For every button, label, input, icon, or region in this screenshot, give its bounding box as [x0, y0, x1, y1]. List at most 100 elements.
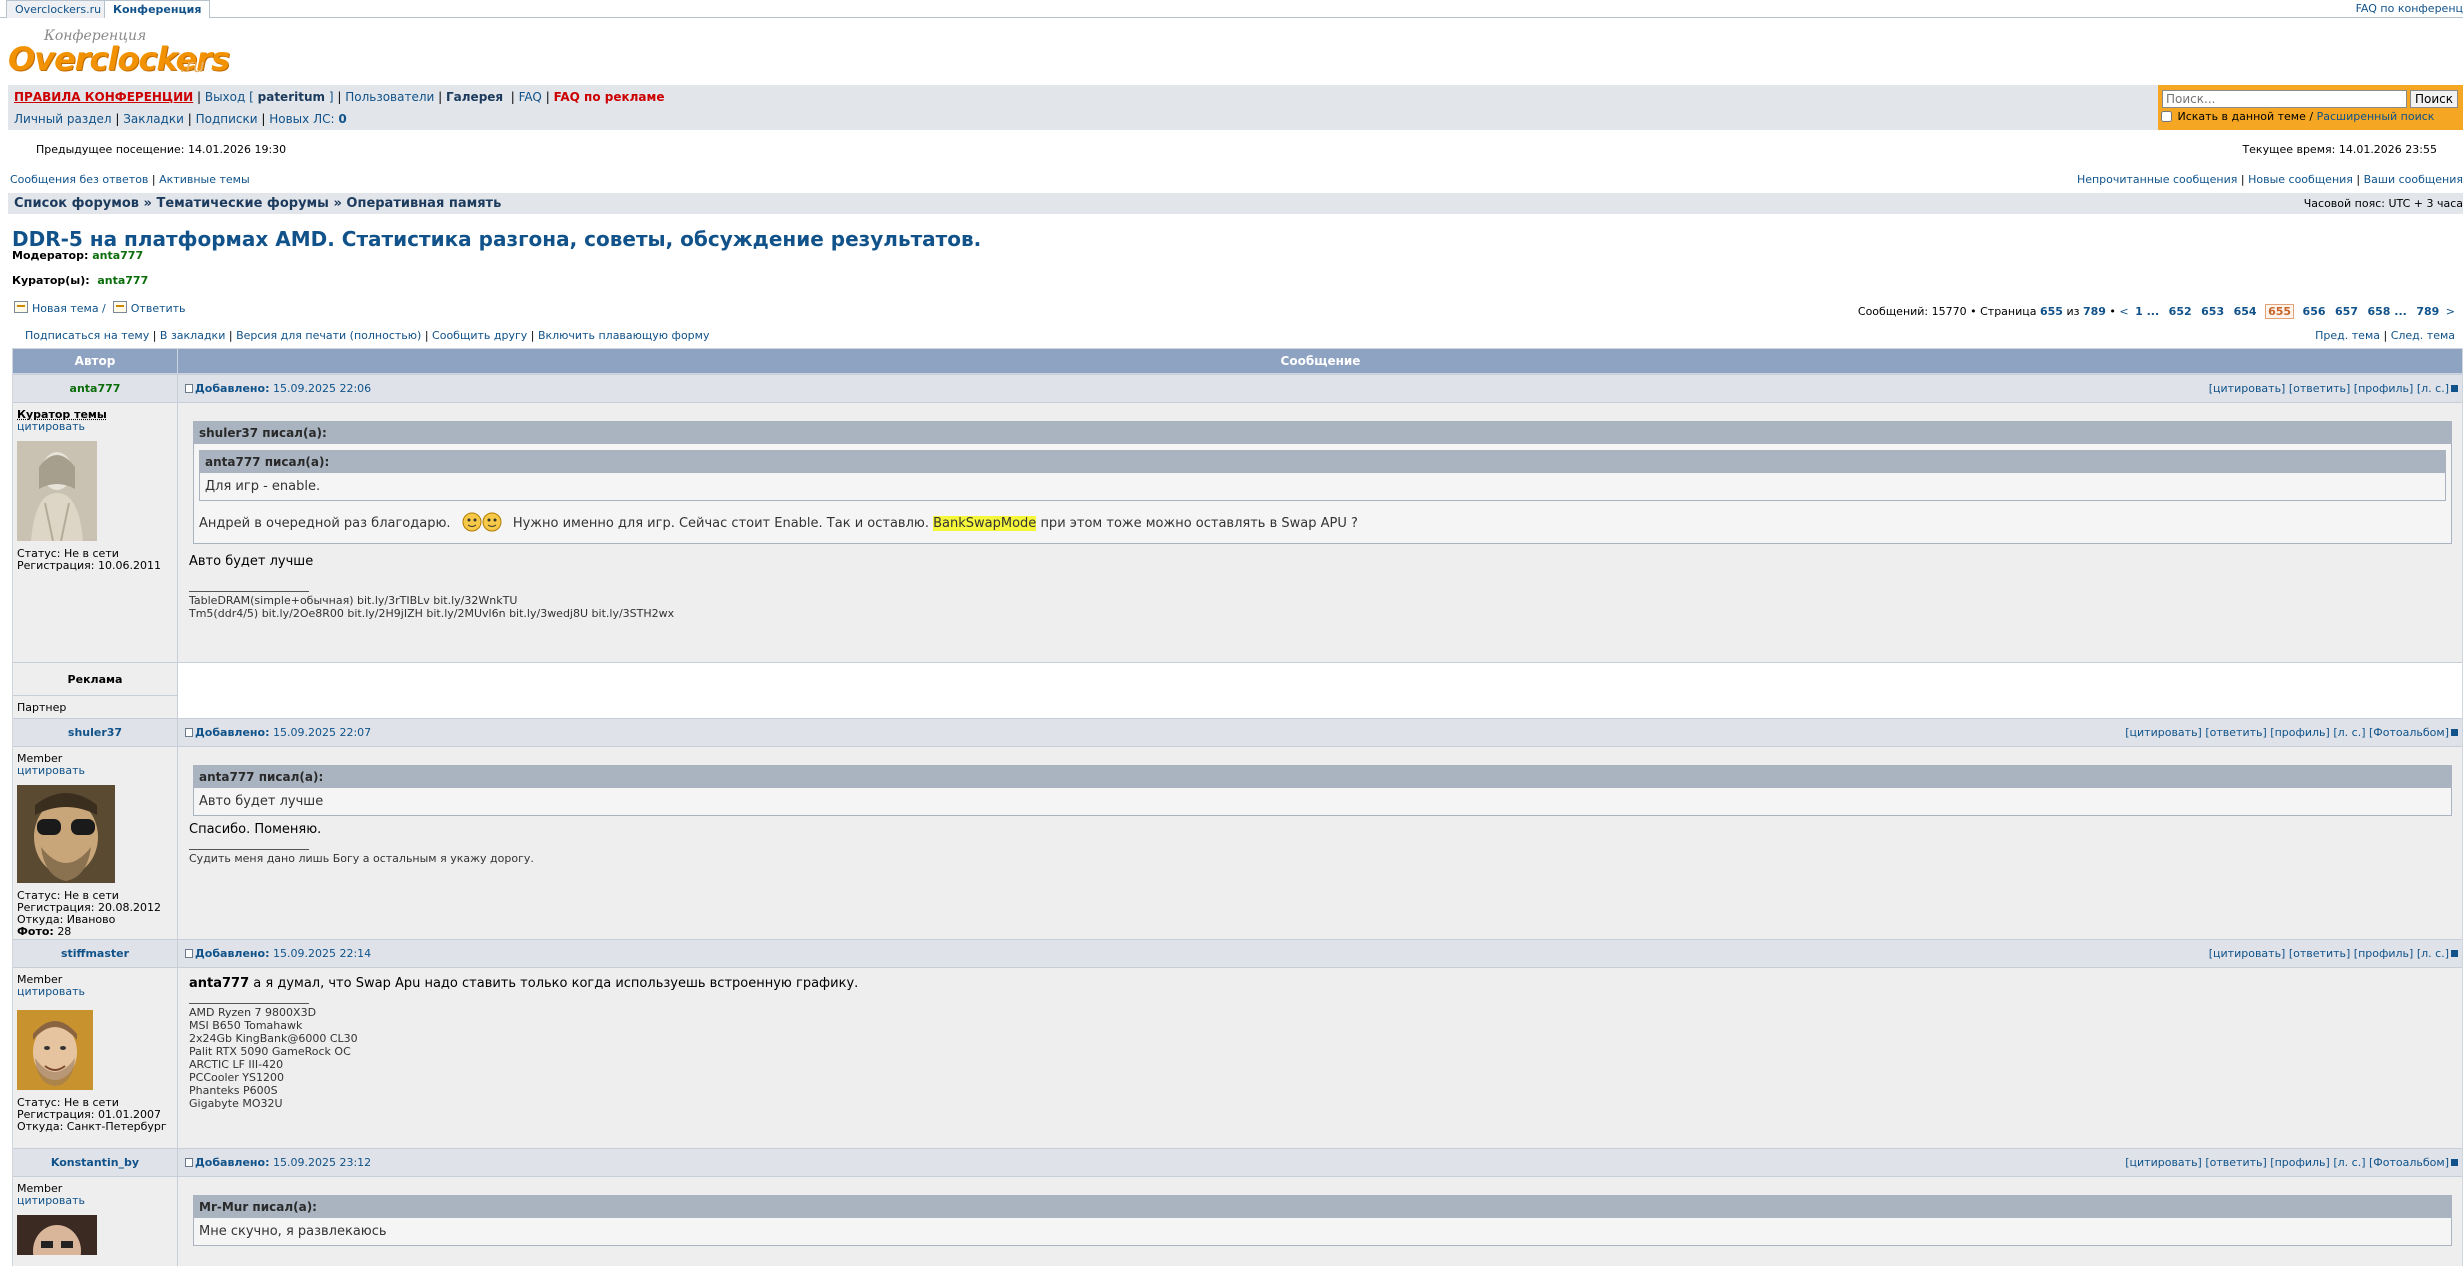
- signature-line: Phanteks P600S: [189, 1084, 278, 1097]
- pm-button[interactable]: [л. с.]: [2417, 947, 2449, 960]
- square-icon: [2451, 385, 2458, 392]
- user-nav-panel: ПРАВИЛА КОНФЕРЕНЦИИ | Выход [ pateritum …: [8, 85, 2158, 130]
- pm-button[interactable]: [л. с.]: [2333, 726, 2365, 739]
- signature-line: Tm5(ddr4/5) bit.ly/2Oe8R00 bit.ly/2H9jIZ…: [189, 607, 675, 620]
- profile-button[interactable]: [профиль]: [2354, 382, 2414, 395]
- answer-button[interactable]: [ответить]: [2289, 947, 2350, 960]
- topic-prev-next: Пред. тема | След. тема: [2315, 329, 2455, 342]
- breadcrumb-forums[interactable]: Список форумов: [14, 196, 139, 211]
- logout-suffix: ]: [328, 90, 334, 104]
- profile-button[interactable]: [профиль]: [2270, 726, 2330, 739]
- site-logo[interactable]: Конференция Overclockers .ru: [8, 28, 230, 78]
- quote-block: shuler37 писал(а): anta777 писал(а): Для…: [193, 421, 2452, 544]
- rules-link[interactable]: ПРАВИЛА КОНФЕРЕНЦИИ: [14, 90, 193, 104]
- curator-line: Куратор(ы): anta777: [12, 274, 148, 287]
- pm-button[interactable]: [л. с.]: [2333, 1156, 2365, 1169]
- active-topics-link[interactable]: Активные темы: [159, 173, 250, 186]
- page-link-653[interactable]: 653: [2201, 305, 2224, 318]
- logout-link[interactable]: Выход [ pateritum ]: [205, 90, 334, 104]
- users-link[interactable]: Пользователи: [345, 90, 434, 104]
- answer-button[interactable]: [ответить]: [2205, 726, 2266, 739]
- quote-button[interactable]: [цитировать]: [2209, 947, 2286, 960]
- subscribe-link[interactable]: Подписаться на тему: [25, 329, 149, 342]
- mention[interactable]: anta777: [189, 976, 249, 991]
- page-link-first[interactable]: 1 ...: [2135, 305, 2159, 318]
- gallery-link[interactable]: Галерея: [446, 90, 503, 104]
- cite-link[interactable]: цитировать: [17, 764, 85, 777]
- faq-conference-link[interactable]: FAQ по конференц: [2356, 2, 2463, 15]
- advanced-search-link[interactable]: Расширенный поиск: [2317, 110, 2435, 123]
- profile-button[interactable]: [профиль]: [2354, 947, 2414, 960]
- new-messages-link[interactable]: Новые сообщения: [2248, 173, 2353, 186]
- post-date-value[interactable]: 15.09.2025 23:12: [273, 1156, 371, 1169]
- quote-button[interactable]: [цитировать]: [2209, 382, 2286, 395]
- post-author[interactable]: stiffmaster: [13, 940, 178, 967]
- post-date-value[interactable]: 15.09.2025 22:07: [273, 726, 371, 739]
- avatar[interactable]: [17, 441, 177, 544]
- post-date: Добавлено: 15.09.2025 22:06: [185, 382, 371, 395]
- curator-link[interactable]: anta777: [97, 274, 148, 287]
- no-answers-link[interactable]: Сообщения без ответов: [10, 173, 148, 186]
- breadcrumb-ram[interactable]: Оперативная память: [346, 196, 501, 211]
- post-author[interactable]: Konstantin_by: [13, 1149, 178, 1176]
- tab-overclockers[interactable]: Overclockers.ru: [6, 0, 111, 18]
- album-button[interactable]: [Фотоальбом]: [2369, 726, 2449, 739]
- post-header: shuler37 Добавлено: 15.09.2025 22:07 [ци…: [13, 718, 2462, 746]
- quote-text-part: Андрей в очередной раз благодарю.: [199, 516, 451, 531]
- answer-button[interactable]: [ответить]: [2289, 382, 2350, 395]
- unread-link[interactable]: Непрочитанные сообщения: [2077, 173, 2237, 186]
- post-header: Konstantin_by Добавлено: 15.09.2025 23:1…: [13, 1148, 2462, 1176]
- subscriptions-link[interactable]: Подписки: [196, 112, 258, 126]
- avatar[interactable]: [17, 785, 177, 886]
- post-actions: [цитировать] [ответить] [профиль] [л. с.…: [2125, 1156, 2458, 1169]
- floating-form-link[interactable]: Включить плавающую форму: [538, 329, 710, 342]
- tab-conference[interactable]: Конференция: [104, 0, 211, 18]
- faq-ads-link[interactable]: FAQ по рекламе: [554, 90, 665, 104]
- reply-link[interactable]: Ответить: [131, 302, 186, 315]
- post-author[interactable]: shuler37: [13, 719, 178, 746]
- new-pm-link[interactable]: Новых ЛС: 0: [269, 112, 346, 126]
- post-date-value[interactable]: 15.09.2025 22:14: [273, 947, 371, 960]
- page-next[interactable]: >: [2446, 305, 2455, 318]
- page-link-652[interactable]: 652: [2169, 305, 2192, 318]
- faq-link[interactable]: FAQ: [519, 90, 542, 104]
- print-link[interactable]: Версия для печати (полностью): [236, 329, 421, 342]
- new-topic-link[interactable]: Новая тема /: [32, 302, 106, 315]
- pm-button[interactable]: [л. с.]: [2417, 382, 2449, 395]
- next-topic-link[interactable]: След. тема: [2391, 329, 2455, 342]
- avatar[interactable]: [17, 1010, 177, 1093]
- signature-divider: [189, 591, 309, 592]
- bookmarks-link[interactable]: Закладки: [123, 112, 184, 126]
- search-input[interactable]: [2162, 90, 2407, 108]
- avatar[interactable]: [17, 1215, 177, 1266]
- search-in-topic-checkbox[interactable]: [2161, 111, 2172, 122]
- moderator-link[interactable]: anta777: [92, 249, 143, 262]
- post-author[interactable]: anta777: [13, 375, 178, 402]
- album-button[interactable]: [Фотоальбом]: [2369, 1156, 2449, 1169]
- nav-row-2: Личный раздел | Закладки | Подписки | Но…: [14, 112, 347, 126]
- page-link-656[interactable]: 656: [2303, 305, 2326, 318]
- page-link-654[interactable]: 654: [2234, 305, 2257, 318]
- page-link-658[interactable]: 658 ...: [2367, 305, 2406, 318]
- tell-friend-link[interactable]: Сообщить другу: [432, 329, 527, 342]
- post-date-value[interactable]: 15.09.2025 22:06: [273, 382, 371, 395]
- page-link-last[interactable]: 789: [2416, 305, 2439, 318]
- answer-button[interactable]: [ответить]: [2205, 1156, 2266, 1169]
- search-button[interactable]: Поиск: [2410, 90, 2458, 108]
- page-prev[interactable]: <: [2119, 305, 2128, 318]
- prev-topic-link[interactable]: Пред. тема: [2315, 329, 2380, 342]
- your-messages-link[interactable]: Ваши сообщения: [2364, 173, 2463, 186]
- bookmark-link[interactable]: В закладки: [160, 329, 225, 342]
- profile-button[interactable]: [профиль]: [2270, 1156, 2330, 1169]
- cite-link[interactable]: цитировать: [17, 1194, 85, 1207]
- page-title[interactable]: DDR-5 на платформах AMD. Статистика разг…: [12, 227, 981, 251]
- quote-button[interactable]: [цитировать]: [2125, 726, 2202, 739]
- cite-link[interactable]: цитировать: [17, 420, 85, 433]
- nested-quote-author: anta777 писал(а):: [200, 451, 2445, 473]
- page-link-657[interactable]: 657: [2335, 305, 2358, 318]
- quote-button[interactable]: [цитировать]: [2125, 1156, 2202, 1169]
- personal-section-link[interactable]: Личный раздел: [14, 112, 112, 126]
- breadcrumb-sep: »: [333, 196, 342, 211]
- cite-link[interactable]: цитировать: [17, 985, 85, 998]
- breadcrumb-thematic[interactable]: Тематические форумы: [156, 196, 328, 211]
